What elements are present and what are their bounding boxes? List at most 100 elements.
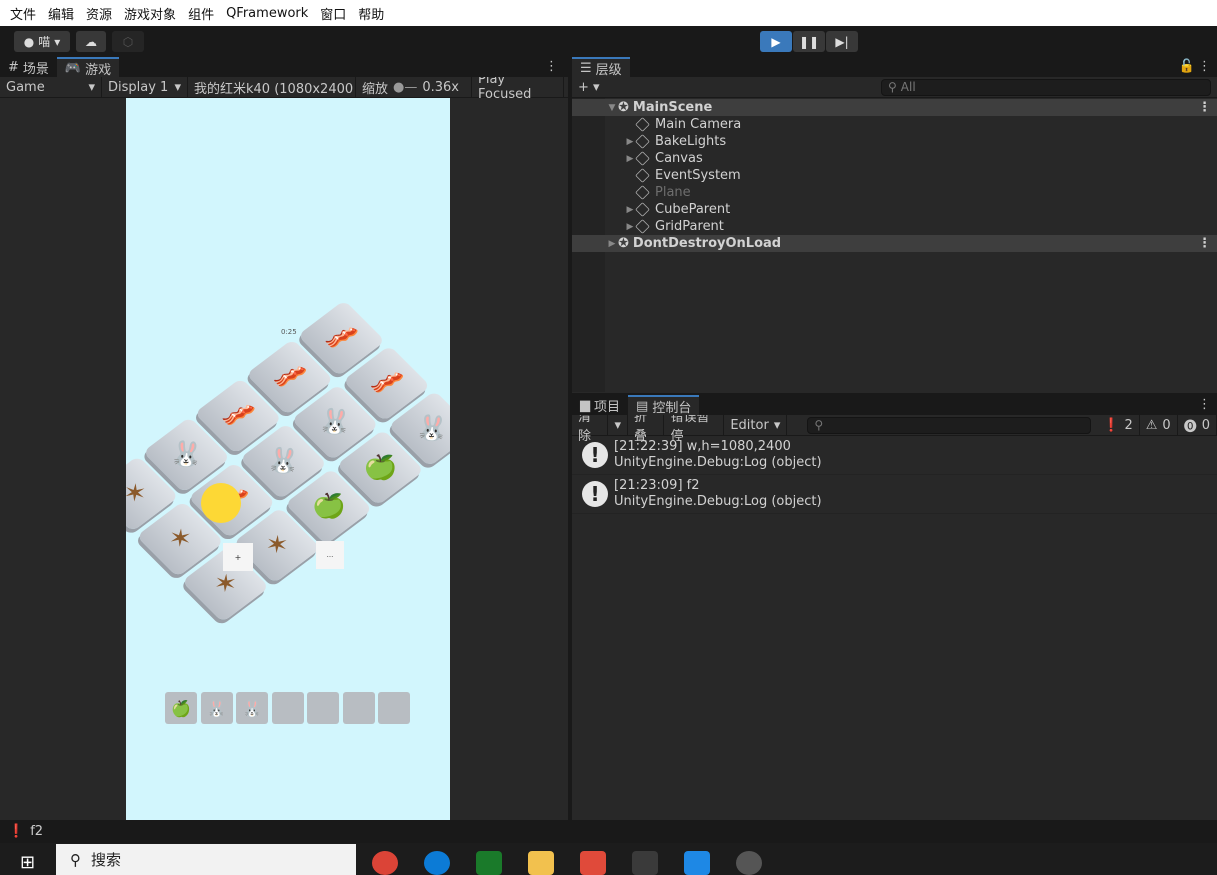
- item-label: EventSystem: [655, 168, 741, 183]
- tab-hierarchy[interactable]: ☰ 层级: [572, 57, 630, 78]
- menu-item[interactable]: 文件: [10, 4, 36, 23]
- edge-icon[interactable]: [424, 851, 450, 875]
- hierarchy-item[interactable]: ▶ BakeLights: [572, 133, 1217, 150]
- rabbit-icon: 🐰: [316, 407, 354, 438]
- hierarchy-search[interactable]: ⚲ All: [881, 78, 1211, 96]
- item-label: GridParent: [655, 219, 724, 234]
- more-icon[interactable]: ⋮: [1198, 397, 1211, 412]
- resolution-dropdown[interactable]: 我的红米k40 (1080x2400▾: [188, 77, 356, 97]
- hierarchy-item[interactable]: Plane: [572, 184, 1217, 201]
- game-canvas[interactable]: 0:25 🥓🥓🐰🥓🐰🍏🥓🐰🍏🐰🥓✶✶✶✶ + ... 🍏🐰🐰: [126, 98, 450, 820]
- expand-arrow-icon[interactable]: ▶: [624, 205, 636, 215]
- rabbit-icon: 🐰: [206, 698, 227, 718]
- console-log-list: ! [21:22:39] w,h=1080,2400 UnityEngine.Deb…: [572, 436, 1217, 514]
- tab-console[interactable]: ▤ 控制台: [628, 395, 700, 416]
- ime-icon[interactable]: [476, 851, 502, 875]
- star-icon: ✶: [126, 479, 148, 509]
- add-button[interactable]: + ▾: [578, 80, 600, 95]
- cloud-icon[interactable]: ☁: [76, 31, 106, 52]
- lock-icon[interactable]: 🔓: [1179, 59, 1195, 74]
- menu-item[interactable]: 帮助: [358, 4, 384, 23]
- yellow-ball: [201, 483, 241, 523]
- gameobject-cube-icon: [635, 202, 650, 217]
- hierarchy-item[interactable]: ▶ Canvas: [572, 150, 1217, 167]
- menu-bar: 文件 编辑 资源 游戏对象 组件 QFramework 窗口 帮助: [0, 0, 1217, 26]
- windows-start-icon[interactable]: ⊞: [20, 852, 35, 873]
- expand-arrow-icon[interactable]: ▶: [606, 239, 618, 249]
- gameobject-cube-icon: [635, 168, 650, 183]
- account-dropdown[interactable]: ● 喵 ▾: [14, 31, 70, 52]
- more-icon[interactable]: ⋮: [1198, 59, 1211, 74]
- recorder-icon[interactable]: [736, 851, 762, 875]
- gameobject-cube-icon: [635, 117, 650, 132]
- console-log-entry[interactable]: ! [21:22:39] w,h=1080,2400 UnityEngine.Deb…: [572, 436, 1217, 475]
- hierarchy-item[interactable]: ▶ ✪ DontDestroyOnLoad ⋮: [572, 235, 1217, 252]
- star-icon: ✶: [212, 569, 239, 599]
- log-stacktrace: UnityEngine.Debug:Log (object): [614, 494, 822, 509]
- hierarchy-item[interactable]: ▶ CubeParent: [572, 201, 1217, 218]
- vscode-icon[interactable]: [684, 851, 710, 875]
- game-button-left[interactable]: +: [223, 543, 253, 571]
- console-log-entry[interactable]: ! [21:23:09] f2 UnityEngine.Debug:Log (obj…: [572, 475, 1217, 514]
- clear-button[interactable]: 清除: [572, 410, 609, 444]
- menu-item[interactable]: 游戏对象: [124, 4, 176, 23]
- cat-app-icon[interactable]: [580, 851, 606, 875]
- hierarchy-item[interactable]: Main Camera: [572, 116, 1217, 133]
- tab-label: 层级: [595, 62, 622, 78]
- tab-label: 项目: [594, 399, 621, 415]
- menu-item[interactable]: 资源: [86, 4, 112, 23]
- expand-arrow-icon[interactable]: ▶: [624, 222, 636, 232]
- status-text[interactable]: f2: [30, 824, 43, 839]
- hierarchy-item[interactable]: ▶ GridParent: [572, 218, 1217, 235]
- info-count: 2: [1124, 417, 1133, 433]
- more-icon[interactable]: ⋮: [1198, 100, 1211, 115]
- taskbar-search[interactable]: ⚲ 搜索: [56, 844, 356, 875]
- collab-icon[interactable]: ⬡: [112, 31, 144, 52]
- log-stacktrace: UnityEngine.Debug:Log (object): [614, 455, 822, 470]
- account-label: 喵: [38, 35, 51, 49]
- warning-filter[interactable]: ⚠ 0: [1140, 415, 1178, 435]
- display-dropdown[interactable]: Display 1 ▾: [102, 77, 188, 97]
- unity-scene-icon: ✪: [618, 100, 629, 115]
- game-dropdown[interactable]: Game ▾: [0, 77, 102, 97]
- scale-slider[interactable]: 缩放 ●— 0.36x: [356, 77, 472, 97]
- menu-item[interactable]: 组件: [188, 4, 214, 23]
- more-icon[interactable]: ⋮: [1198, 236, 1211, 251]
- game-button-right[interactable]: ...: [316, 541, 344, 569]
- step-icon[interactable]: ▶|: [826, 31, 858, 52]
- menu-item[interactable]: 编辑: [48, 4, 74, 23]
- clear-options-dropdown[interactable]: ▾: [608, 415, 628, 435]
- slot: 🍏: [165, 692, 197, 724]
- hierarchy-item[interactable]: ▼ ✪ MainScene ⋮: [572, 99, 1217, 116]
- menu-item[interactable]: 窗口: [320, 4, 346, 23]
- expand-arrow-icon[interactable]: ▼: [606, 103, 618, 113]
- slot: 🐰: [236, 692, 268, 724]
- tab-project[interactable]: ▆ 项目: [572, 395, 628, 415]
- collapse-toggle[interactable]: 折叠: [628, 410, 665, 444]
- pause-icon[interactable]: ❚❚: [793, 31, 825, 52]
- rabbit-icon: 🐰: [242, 698, 262, 718]
- editor-dropdown[interactable]: Editor ▾: [724, 415, 788, 435]
- more-icon[interactable]: ⋮: [545, 59, 558, 74]
- chrome-icon[interactable]: [372, 851, 398, 875]
- item-label: MainScene: [632, 100, 713, 115]
- error-filter[interactable]: ⓿0: [1178, 415, 1217, 435]
- console-search[interactable]: ⚲: [807, 416, 1092, 434]
- expand-arrow-icon[interactable]: ▶: [624, 154, 636, 164]
- unity-icon[interactable]: [632, 851, 658, 875]
- search-placeholder: All: [900, 80, 916, 94]
- error-pause-toggle[interactable]: 错误暂停: [664, 410, 725, 444]
- rabbit-icon: 🐰: [413, 413, 450, 444]
- info-filter[interactable]: ❗ 2: [1097, 415, 1140, 435]
- slot: [342, 692, 375, 724]
- expand-arrow-icon[interactable]: ▶: [624, 137, 636, 147]
- apple-icon: 🍏: [361, 452, 399, 483]
- tab-scene[interactable]: # 场景: [0, 57, 57, 77]
- file-explorer-icon[interactable]: [528, 851, 554, 875]
- tab-game[interactable]: 🎮 游戏: [56, 57, 120, 78]
- menu-item[interactable]: QFramework: [226, 6, 308, 21]
- play-focused-dropdown[interactable]: Play Focused: [472, 72, 564, 102]
- play-icon[interactable]: ▶: [760, 31, 792, 52]
- game-panel: # 场景 🎮 游戏 ⋮ Game ▾ Display 1 ▾ 我的红米k40 (1080…: [0, 57, 568, 820]
- hierarchy-item[interactable]: EventSystem: [572, 167, 1217, 184]
